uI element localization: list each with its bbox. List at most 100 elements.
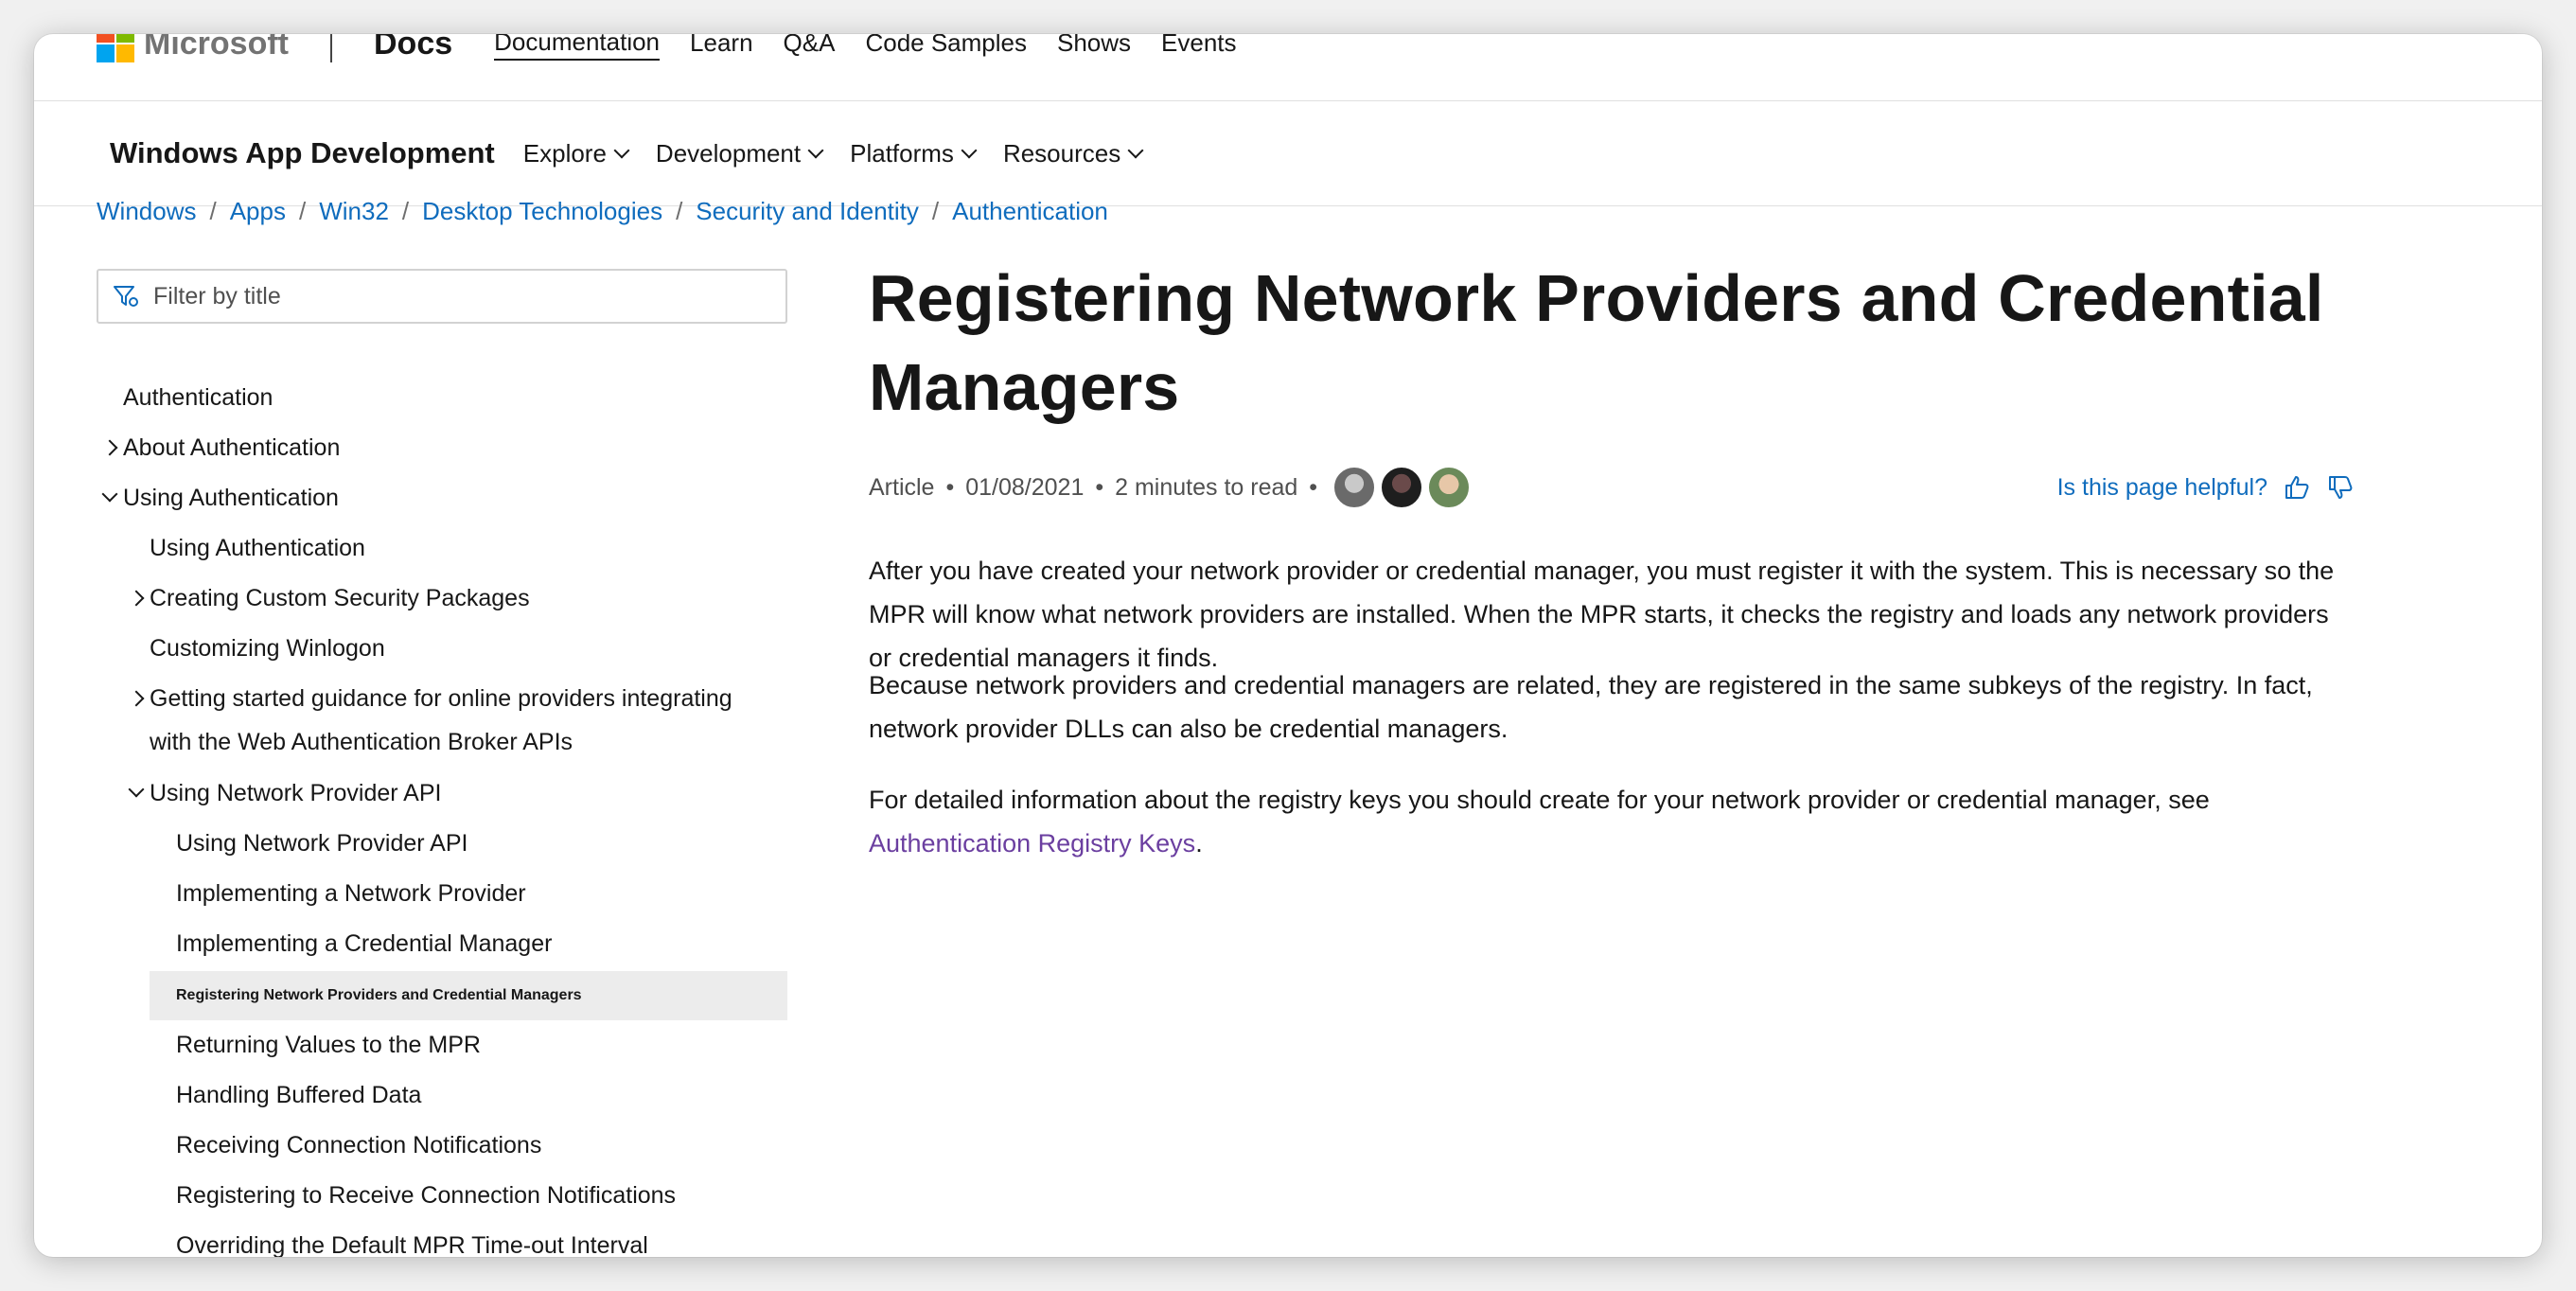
toc-item-label: Using Authentication xyxy=(123,485,339,511)
product-title[interactable]: Windows App Development xyxy=(110,136,495,170)
microsoft-logo[interactable]: Microsoft xyxy=(97,34,289,64)
menu-platforms[interactable]: Platforms xyxy=(850,138,978,168)
nav-link-qna[interactable]: Q&A xyxy=(784,34,836,60)
breadcrumb-separator: / xyxy=(401,196,410,225)
nav-link-learn[interactable]: Learn xyxy=(690,34,753,60)
feedback-prompt: Is this page helpful? xyxy=(2056,473,2267,501)
feedback: Is this page helpful? xyxy=(2057,464,2355,511)
toc-item-network-provider-api-page[interactable]: Using Network Provider API xyxy=(176,822,468,865)
chevron-down-icon[interactable] xyxy=(101,486,118,503)
toc-item-implementing-credential-manager[interactable]: Implementing a Credential Manager xyxy=(176,922,552,965)
chevron-down-icon xyxy=(613,142,630,159)
chevron-down-icon xyxy=(1127,142,1144,159)
nav-link-shows[interactable]: Shows xyxy=(1057,34,1131,60)
breadcrumb-security-identity[interactable]: Security and Identity xyxy=(696,197,919,226)
global-nav: Microsoft Docs Documentation Learn Q&A C… xyxy=(34,34,2542,81)
toc-item-label: Registering Network Providers and Creden… xyxy=(176,987,582,1003)
toc-item-label: Using Network Provider API xyxy=(150,780,442,806)
meta-separator: • xyxy=(945,473,955,501)
menu-platforms-label: Platforms xyxy=(850,138,954,168)
article-date: 01/08/2021 xyxy=(965,473,1085,501)
breadcrumb-separator: / xyxy=(298,196,307,225)
meta-separator: • xyxy=(1095,473,1104,501)
toc-sidebar: Filter by title Authentication About Aut… xyxy=(97,269,820,1257)
filter-input[interactable]: Filter by title xyxy=(97,269,787,324)
breadcrumb: Windows / Apps / Win32 / Desktop Technologi… xyxy=(97,187,1108,235)
toc-item-label: Handling Buffered Data xyxy=(176,1082,422,1108)
chevron-right-icon[interactable] xyxy=(128,690,145,707)
filter-placeholder: Filter by title xyxy=(153,282,281,309)
browser-window: Microsoft Docs Documentation Learn Q&A C… xyxy=(34,34,2542,1257)
toc-item-implementing-network-provider[interactable]: Implementing a Network Provider xyxy=(176,872,526,915)
toc-item-label-continued: with the Web Authentication Broker APIs xyxy=(150,729,573,755)
read-time: 2 minutes to read xyxy=(1115,473,1298,501)
toc-item-label: Implementing a Network Provider xyxy=(176,880,526,907)
paragraph-3-end: . xyxy=(1195,829,1203,858)
breadcrumb-desktop-technologies[interactable]: Desktop Technologies xyxy=(422,197,662,226)
breadcrumb-separator: / xyxy=(931,196,940,225)
docs-home-link[interactable]: Docs xyxy=(374,34,452,62)
paragraph-3-text: For detailed information about the regis… xyxy=(869,786,2210,814)
toc-item-label: Customizing Winlogon xyxy=(150,635,385,662)
page-title: Registering Network Providers and Creden… xyxy=(869,261,2324,424)
toc-item-customizing-winlogon[interactable]: Customizing Winlogon xyxy=(150,627,385,670)
breadcrumb-windows[interactable]: Windows xyxy=(97,197,196,226)
microsoft-logo-icon xyxy=(97,34,134,62)
menu-explore-label: Explore xyxy=(522,138,607,168)
toc-item-label: Creating Custom Security Packages xyxy=(150,585,530,611)
menu-resources-label: Resources xyxy=(1002,138,1121,168)
toc-item-registering-notifications[interactable]: Registering to Receive Connection Notifi… xyxy=(176,1174,676,1217)
avatar[interactable] xyxy=(1380,466,1424,509)
toc-item-label: Using Network Provider API xyxy=(176,830,468,857)
menu-development[interactable]: Development xyxy=(655,138,824,168)
menu-explore[interactable]: Explore xyxy=(522,138,630,168)
breadcrumb-apps[interactable]: Apps xyxy=(230,197,286,226)
toc-item-authentication[interactable]: Authentication xyxy=(123,376,273,419)
chevron-right-icon[interactable] xyxy=(128,590,145,607)
breadcrumb-separator: / xyxy=(209,196,217,225)
menu-development-label: Development xyxy=(655,138,802,168)
toc-item-registering-providers-active[interactable]: Registering Network Providers and Creden… xyxy=(150,971,787,1020)
chevron-down-icon xyxy=(961,142,978,159)
breadcrumb-authentication[interactable]: Authentication xyxy=(952,197,1108,226)
toc-item-about-authentication[interactable]: About Authentication xyxy=(101,426,341,469)
meta-separator: • xyxy=(1309,473,1318,501)
breadcrumb-separator: / xyxy=(676,196,683,225)
toc-item-label: Receiving Connection Notifications xyxy=(176,1132,542,1158)
nav-link-events[interactable]: Events xyxy=(1161,34,1237,60)
toc-item-web-auth-broker[interactable]: Getting started guidance for online prov… xyxy=(128,677,732,764)
nav-link-documentation[interactable]: Documentation xyxy=(494,34,661,61)
chevron-down-icon xyxy=(807,142,824,159)
registry-keys-link[interactable]: Authentication Registry Keys xyxy=(869,829,1195,858)
toc-item-label: About Authentication xyxy=(123,434,341,461)
toc-item-overriding-timeout[interactable]: Overriding the Default MPR Time-out Inte… xyxy=(176,1224,648,1257)
microsoft-wordmark: Microsoft xyxy=(144,34,289,62)
toc-item-receiving-notifications[interactable]: Receiving Connection Notifications xyxy=(176,1123,541,1167)
nav-divider xyxy=(330,34,332,62)
thumbs-up-icon[interactable] xyxy=(2283,473,2311,502)
toc-item-label: Getting started guidance for online prov… xyxy=(150,685,732,712)
toc-item-label: Implementing a Credential Manager xyxy=(176,930,553,957)
article: Registering Network Providers and Creden… xyxy=(869,254,2402,858)
menu-resources[interactable]: Resources xyxy=(1002,138,1144,168)
contributors[interactable] xyxy=(1332,466,1474,509)
chevron-right-icon[interactable] xyxy=(101,439,118,456)
avatar[interactable] xyxy=(1427,466,1472,509)
nav-link-code-samples[interactable]: Code Samples xyxy=(865,34,1027,60)
toc-item-using-authentication-page[interactable]: Using Authentication xyxy=(150,526,365,570)
toc-item-label: Returning Values to the MPR xyxy=(176,1032,481,1058)
article-metadata: Article • 01/08/2021 • 2 minutes to read… xyxy=(869,464,2383,511)
toc-item-using-network-provider-api[interactable]: Using Network Provider API xyxy=(128,771,442,815)
toc-item-label: Authentication xyxy=(123,384,273,411)
thumbs-down-icon[interactable] xyxy=(2326,473,2355,502)
breadcrumb-win32[interactable]: Win32 xyxy=(319,197,389,226)
toc-item-using-authentication[interactable]: Using Authentication xyxy=(101,476,339,520)
article-type: Article xyxy=(869,473,935,501)
paragraph-3: For detailed information about the regis… xyxy=(869,778,2345,865)
toc-item-handling-buffered-data[interactable]: Handling Buffered Data xyxy=(176,1073,421,1117)
avatar[interactable] xyxy=(1332,466,1377,509)
toc-item-custom-security-packages[interactable]: Creating Custom Security Packages xyxy=(128,576,530,620)
chevron-down-icon[interactable] xyxy=(128,781,145,798)
toc-item-returning-values[interactable]: Returning Values to the MPR xyxy=(176,1023,481,1067)
paragraph-1: After you have created your network prov… xyxy=(869,557,2335,672)
